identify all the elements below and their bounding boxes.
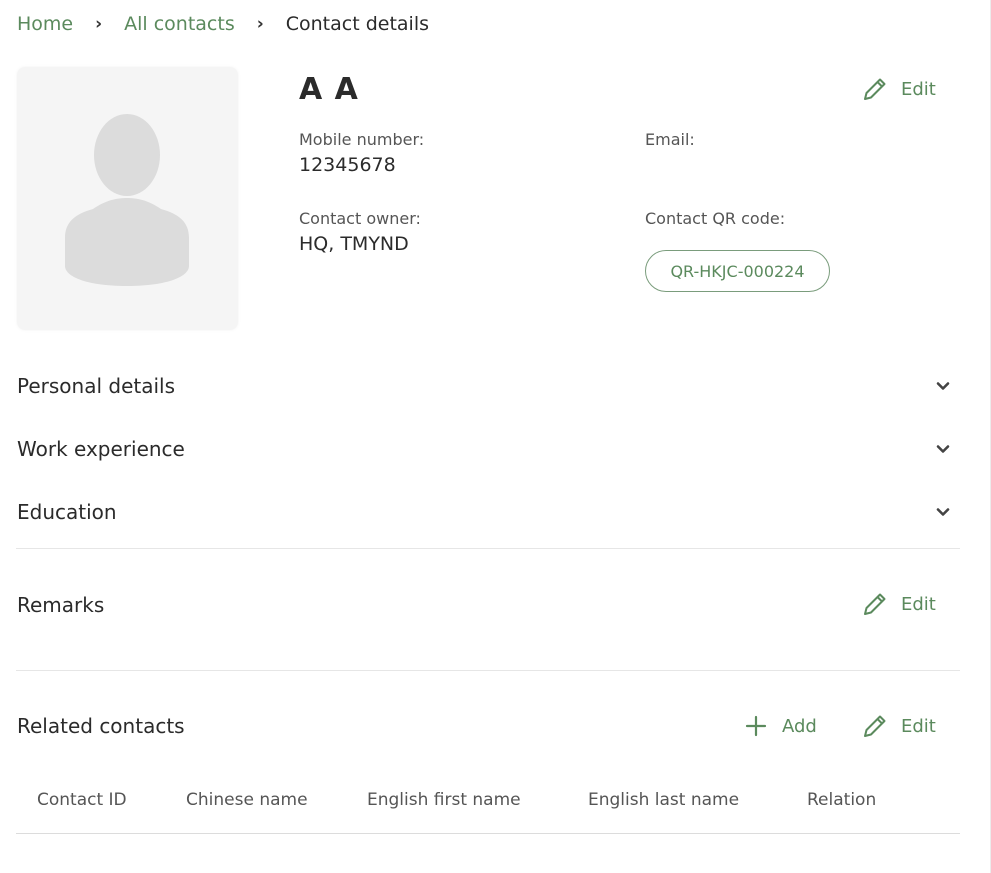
edit-contact-button[interactable]: Edit	[862, 76, 936, 102]
contact-name: A A	[299, 72, 359, 107]
chevron-down-icon[interactable]	[935, 504, 951, 520]
mobile-number-label: Mobile number:	[299, 130, 425, 149]
mobile-number-value: 12345678	[299, 154, 396, 176]
chevron-down-icon[interactable]	[935, 441, 951, 457]
qr-code-chip[interactable]: QR-HKJC-000224	[645, 250, 830, 292]
contact-owner-value: HQ, TMYND	[299, 233, 409, 255]
section-personal-details[interactable]: Personal details	[17, 374, 175, 398]
pencil-icon	[862, 591, 888, 617]
breadcrumb-separator: ›	[95, 14, 103, 34]
breadcrumb-separator: ›	[256, 14, 264, 34]
related-contacts-title: Related contacts	[17, 714, 185, 738]
breadcrumb-current: Contact details	[285, 13, 430, 35]
pencil-icon	[862, 713, 888, 739]
column-header-contact-id[interactable]: Contact ID	[37, 790, 127, 810]
column-header-chinese-name[interactable]: Chinese name	[186, 790, 308, 810]
chevron-down-icon[interactable]	[935, 378, 951, 394]
avatar	[17, 67, 238, 330]
edit-remarks-label: Edit	[901, 593, 936, 615]
section-work-experience[interactable]: Work experience	[17, 437, 185, 461]
column-header-english-first-name[interactable]: English first name	[367, 790, 521, 810]
edit-related-contacts-label: Edit	[901, 715, 936, 737]
divider	[16, 670, 960, 671]
plus-icon	[743, 713, 769, 739]
contact-owner-label: Contact owner:	[299, 209, 421, 228]
user-placeholder-icon	[65, 114, 189, 286]
edit-related-contacts-button[interactable]: Edit	[862, 713, 936, 739]
divider	[16, 548, 960, 549]
edit-contact-label: Edit	[901, 78, 936, 100]
remarks-title: Remarks	[17, 593, 105, 617]
pencil-icon	[862, 76, 888, 102]
column-header-english-last-name[interactable]: English last name	[588, 790, 739, 810]
edit-remarks-button[interactable]: Edit	[862, 591, 936, 617]
email-label: Email:	[645, 130, 695, 149]
add-related-contact-button[interactable]: Add	[743, 713, 817, 739]
add-related-contact-label: Add	[782, 715, 817, 737]
breadcrumb-home-link[interactable]: Home	[17, 13, 73, 35]
section-education[interactable]: Education	[17, 500, 117, 524]
breadcrumb: Home › All contacts › Contact details	[17, 11, 429, 37]
table-header-divider	[16, 833, 960, 834]
column-header-relation[interactable]: Relation	[807, 790, 876, 810]
breadcrumb-all-contacts-link[interactable]: All contacts	[124, 13, 235, 35]
contact-qr-label: Contact QR code:	[645, 209, 786, 228]
